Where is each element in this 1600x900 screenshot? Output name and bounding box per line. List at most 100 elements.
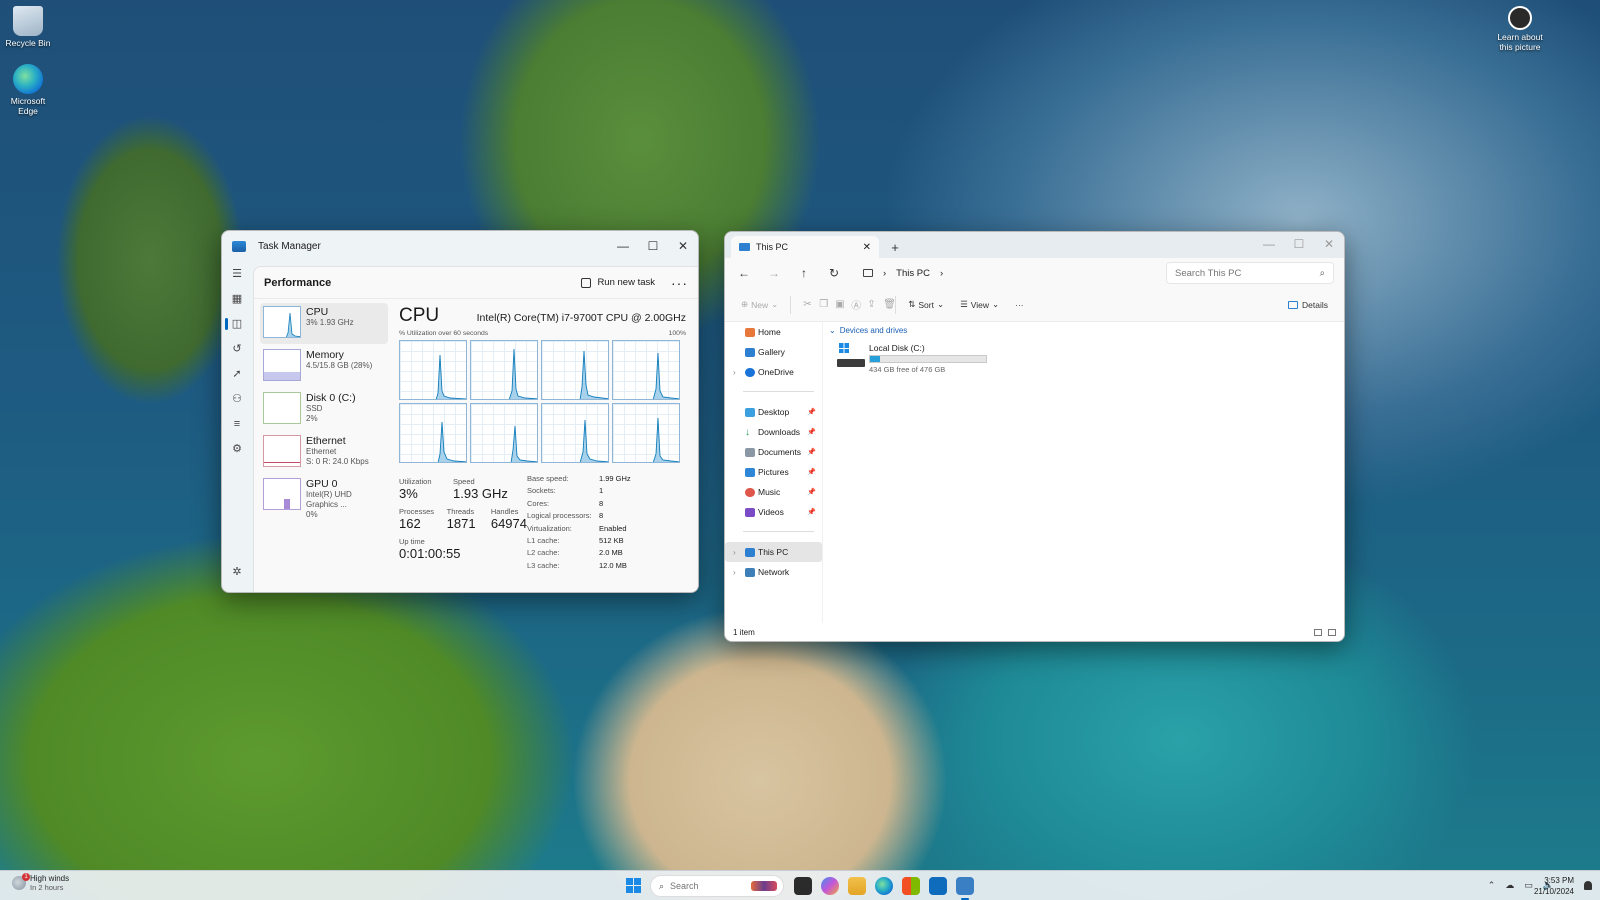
maximize-icon[interactable]: ☐ [1284, 237, 1314, 251]
pictures-icon [745, 467, 755, 477]
search-box[interactable]: ⌕ [1166, 262, 1334, 284]
services-icon[interactable]: ⚙ [222, 436, 252, 461]
desktop-icon-learn-about-picture[interactable]: Learn about this picture [1492, 6, 1548, 52]
run-new-task-button[interactable]: Run new task [581, 277, 655, 288]
startup-apps-icon[interactable]: ➚ [222, 361, 252, 386]
group-header[interactable]: ⌄ Devices and drives [829, 326, 1344, 335]
edge-taskbar-icon[interactable] [875, 877, 893, 895]
details-button[interactable]: Details [1280, 293, 1336, 317]
up-arrow-icon[interactable]: ↑ [789, 266, 819, 280]
store-icon[interactable] [902, 877, 920, 895]
nav-desktop[interactable]: Desktop 📌 [725, 402, 822, 422]
chevron-right-icon[interactable]: › [733, 548, 745, 557]
explorer-tabbar[interactable]: This PC ✕ + — ☐ ✕ [725, 232, 1344, 258]
forward-arrow-icon[interactable]: → [759, 266, 789, 280]
perf-item-memory[interactable]: Memory 4.5/15.8 GB (28%) [260, 346, 388, 387]
weather-widget[interactable]: 1 High winds In 2 hours [12, 873, 69, 892]
file-explorer-window[interactable]: This PC ✕ + — ☐ ✕ ← → ↑ ↻ › This PC › ⌕ … [724, 231, 1345, 642]
new-tab-button[interactable]: + [883, 236, 907, 258]
taskbar-search-input[interactable] [670, 881, 731, 891]
delete-icon[interactable]: 🗑 [875, 299, 896, 310]
nav-downloads[interactable]: ↓ Downloads 📌 [725, 422, 822, 442]
nav-onedrive[interactable]: › OneDrive [725, 362, 822, 382]
details-list-icon[interactable]: ≡ [222, 411, 252, 436]
processes-icon[interactable]: ▦ [222, 286, 252, 311]
chevron-right-icon[interactable]: › [733, 568, 745, 577]
file-explorer-taskbar-icon[interactable] [848, 877, 866, 895]
chevron-down-icon[interactable]: ⌄ [829, 326, 836, 335]
app-history-icon[interactable]: ↺ [222, 336, 252, 361]
pin-icon[interactable]: 📌 [807, 488, 816, 496]
nav-music[interactable]: Music 📌 [725, 482, 822, 502]
cpu-core-graph [612, 403, 680, 463]
chevron-right-icon[interactable]: › [883, 268, 886, 279]
perf-item-ethernet[interactable]: Ethernet Ethernet S: 0 R: 24.0 Kbps [260, 432, 388, 473]
nav-home[interactable]: Home [725, 322, 822, 342]
nav-videos[interactable]: Videos 📌 [725, 502, 822, 522]
notification-bell-icon[interactable] [1584, 881, 1592, 890]
task-manager-titlebar[interactable]: Task Manager — ☐ ✕ [222, 231, 698, 261]
nav-gallery[interactable]: Gallery [725, 342, 822, 362]
network-icon[interactable]: ▭ [1524, 880, 1533, 891]
users-icon[interactable]: ⚇ [222, 386, 252, 411]
chevron-up-icon[interactable]: ⌃ [1488, 880, 1496, 891]
nav-documents[interactable]: Documents 📌 [725, 442, 822, 462]
nav-network[interactable]: › Network [725, 562, 822, 582]
task-manager-window[interactable]: Task Manager — ☐ ✕ ☰ ▦ ◫ ↺ ➚ ⚇ ≡ ⚙ ✲ Per… [221, 230, 699, 593]
settings-gear-icon[interactable]: ✲ [222, 559, 252, 584]
more-options-button[interactable]: ··· [671, 275, 688, 291]
close-icon[interactable]: ✕ [1314, 237, 1344, 251]
more-options-button[interactable]: ··· [1007, 293, 1032, 317]
close-tab-icon[interactable]: ✕ [863, 242, 871, 253]
desktop-icon-edge[interactable]: Microsoft Edge [3, 64, 53, 116]
clock[interactable]: 3:53 PM 21/10/2024 [1534, 875, 1574, 897]
pin-icon[interactable]: 📌 [807, 468, 816, 476]
rename-icon[interactable]: Ⓐ [843, 297, 861, 312]
task-manager-taskbar-icon[interactable] [956, 877, 974, 900]
maximize-icon[interactable]: ☐ [638, 239, 668, 253]
close-icon[interactable]: ✕ [668, 239, 698, 253]
pin-icon[interactable]: 📌 [807, 448, 816, 456]
minimize-icon[interactable]: — [1254, 237, 1284, 251]
new-button[interactable]: ⊕ New ⌄ [733, 293, 786, 317]
performance-icon[interactable]: ◫ [222, 311, 252, 336]
breadcrumb[interactable]: This PC [896, 268, 930, 279]
tiles-view-icon[interactable] [1328, 628, 1336, 636]
tab-this-pc[interactable]: This PC ✕ [731, 236, 879, 258]
paste-icon[interactable]: ▣ [827, 299, 844, 310]
hamburger-menu-icon[interactable]: ☰ [222, 261, 252, 286]
minimize-icon[interactable]: — [608, 239, 638, 253]
copy-icon[interactable]: ❐ [811, 299, 828, 310]
cut-icon[interactable]: ✂ [795, 299, 811, 310]
back-arrow-icon[interactable]: ← [729, 266, 759, 280]
chevron-right-icon[interactable]: › [940, 268, 943, 279]
refresh-icon[interactable]: ↻ [819, 266, 849, 280]
taskbar-search[interactable]: ⌕ [650, 875, 784, 897]
drive-item[interactable]: Local Disk (C:) 434 GB free of 476 GB [837, 343, 1344, 374]
cpu-model: Intel(R) Core(TM) i7-9700T CPU @ 2.00GHz [476, 312, 686, 324]
pin-icon[interactable]: 📌 [807, 408, 816, 416]
music-icon [745, 487, 755, 497]
perf-item-gpu[interactable]: GPU 0 Intel(R) UHD Graphics ... 0% [260, 475, 388, 519]
details-view-icon[interactable] [1314, 628, 1322, 636]
pin-icon[interactable]: 📌 [807, 428, 816, 436]
sort-button[interactable]: ⇅ Sort ⌄ [900, 293, 952, 317]
pin-icon[interactable]: 📌 [807, 508, 816, 516]
cloud-sync-icon[interactable]: ☁ [1505, 880, 1514, 891]
nav-pictures[interactable]: Pictures 📌 [725, 462, 822, 482]
search-input[interactable] [1175, 267, 1320, 279]
window-title: Task Manager [258, 240, 321, 252]
desktop-icon-recycle-bin[interactable]: Recycle Bin [3, 6, 53, 48]
perf-item-cpu[interactable]: CPU 3% 1.93 GHz [260, 303, 388, 344]
nav-this-pc[interactable]: › This PC [725, 542, 822, 562]
task-view-icon[interactable] [794, 877, 812, 895]
view-button[interactable]: ☰ View ⌄ [952, 293, 1007, 317]
address-bar[interactable]: › This PC › [855, 262, 1165, 284]
share-icon[interactable]: ⇪ [859, 299, 875, 310]
start-button-windows-icon[interactable] [626, 878, 641, 893]
perf-item-disk[interactable]: Disk 0 (C:) SSD 2% [260, 389, 388, 430]
copilot-icon[interactable] [821, 877, 839, 895]
outlook-icon[interactable] [929, 877, 947, 895]
chevron-right-icon[interactable]: › [733, 368, 745, 377]
search-icon: ⌕ [1319, 267, 1325, 279]
